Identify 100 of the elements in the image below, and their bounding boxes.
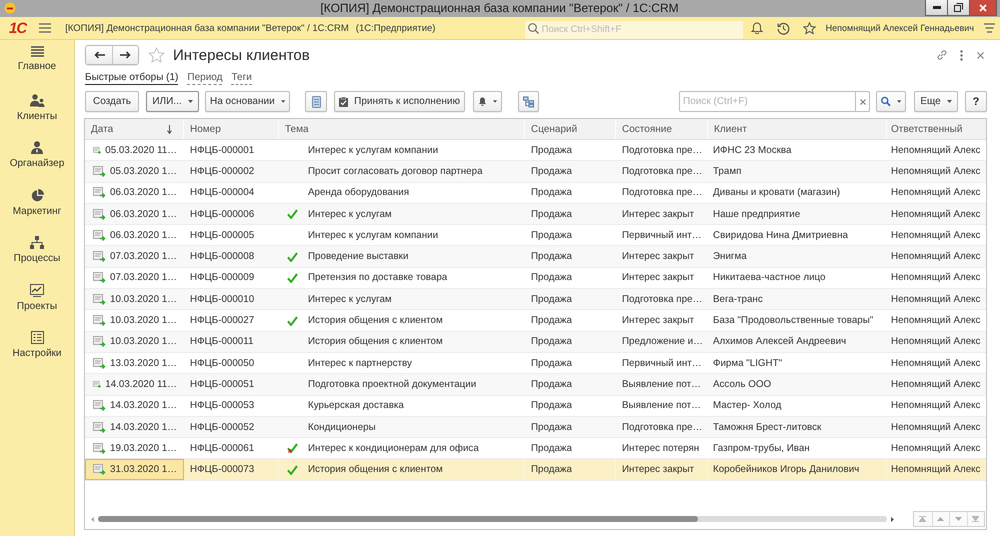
table-cell: Непомнящий Алекс <box>891 400 980 412</box>
table-row[interactable]: 10.03.2020 1… НФЦБ-000010 Интерес к услугам Продажа Подготовка пре… Вега-транс Непомнящий Алекс <box>85 289 986 310</box>
table-cell: Вега-транс <box>713 294 763 305</box>
caret-down-icon <box>946 100 952 103</box>
column-header[interactable]: Сценарий <box>525 119 616 139</box>
table-row[interactable]: 06.03.2020 1… НФЦБ-000006 Интерес к услугам Продажа Интерес закрыт Наше предприятие Непомнящий Алекс <box>85 204 986 226</box>
more-vertical-icon <box>960 50 963 60</box>
table-cell: Непомнящий Алекс <box>891 294 980 305</box>
column-header[interactable]: Ответственный <box>887 119 986 139</box>
filter-link[interactable]: Период <box>187 72 222 84</box>
sidebar-item[interactable]: Проекты <box>0 284 74 331</box>
menu-icon <box>984 23 995 33</box>
table-cell: Непомнящий Алекс <box>891 378 980 390</box>
column-header[interactable]: Клиент <box>708 119 887 139</box>
more-dropdown-button[interactable]: Еще <box>914 91 958 112</box>
table-row[interactable]: 14.03.2020 1… НФЦБ-000052 Кондиционеры Продажа Подготовка пре… Таможня Брест-литовск Непомнящий Алекс <box>85 416 986 438</box>
column-header[interactable]: Дата <box>85 119 184 139</box>
table-cell: Продажа <box>531 208 572 220</box>
filter-link[interactable]: Быстрые отборы (1) <box>85 72 178 84</box>
notifications-button[interactable] <box>750 22 763 34</box>
history-button[interactable] <box>776 22 790 34</box>
sidebar-item[interactable]: Настройки <box>0 331 74 378</box>
table-cell: Интерес закрыт <box>622 464 694 476</box>
search-icon <box>881 96 891 107</box>
logo: 1С <box>9 20 26 36</box>
table-cell: Непомнящий Алекс <box>891 464 980 476</box>
more-button[interactable] <box>960 50 963 60</box>
table-cell: Мастер- Холод <box>713 400 782 412</box>
scroll-right-icon <box>891 516 894 522</box>
sidebar-item[interactable]: Маркетинг <box>0 188 74 236</box>
table-cell: Продажа <box>531 187 572 198</box>
caret-down-icon <box>896 100 901 103</box>
table-cell: Интерес к услугам компании <box>308 230 438 241</box>
structure-button[interactable] <box>518 91 539 112</box>
help-button[interactable]: ? <box>965 91 987 112</box>
table-cell: Энигма <box>713 251 747 262</box>
table-cell: 10.03.2020 1… <box>110 336 177 348</box>
table-row[interactable]: 31.03.2020 1… НФЦБ-000073 История общения с клиентом Продажа Интерес закрыт Коробейников Игорь Данилович Непомнящий Алекс <box>85 459 986 481</box>
table-cell: Непомнящий Алекс <box>891 315 980 326</box>
main-menu-button[interactable] <box>984 23 995 33</box>
table-cell: 06.03.2020 1… <box>110 208 177 220</box>
star-icon <box>148 47 165 63</box>
table-cell: Ассоль ООО <box>713 378 772 390</box>
star-icon <box>802 22 816 34</box>
column-header[interactable]: Номер <box>184 119 279 139</box>
close-button[interactable] <box>970 0 997 16</box>
search-field[interactable]: Поиск Ctrl+Shift+F <box>524 20 743 38</box>
table-cell: Продажа <box>531 144 572 156</box>
link-button[interactable] <box>936 49 948 61</box>
column-header[interactable]: Тема <box>279 119 525 139</box>
table-cell: Первичный инт… <box>622 230 702 241</box>
or-dropdown-button[interactable]: ИЛИ... <box>146 91 199 112</box>
table-cell: НФЦБ-000011 <box>190 336 254 348</box>
menu-button[interactable] <box>39 23 52 33</box>
clipboard-check-icon <box>339 96 348 108</box>
table-cell: 14.03.2020 1… <box>110 422 177 432</box>
horizontal-scrollbar[interactable] <box>91 514 894 524</box>
table-row[interactable]: 14.03.2020 1… НФЦБ-000053 Курьерская доставка Продажа Выявление пот… Мастер- Холод Непомнящий Алекс <box>85 396 986 417</box>
table-cell: Интерес к услугам <box>308 208 392 220</box>
document-button[interactable] <box>305 91 327 112</box>
filter-link[interactable]: Теги <box>231 72 252 84</box>
table-row[interactable]: 10.03.2020 1… НФЦБ-000011 История общения с клиентом Продажа Предложение и… Алхимов Алексей Андреевич Непомнящий Алекс <box>85 332 986 353</box>
search-field[interactable]: Поиск (Ctrl+F) <box>679 91 855 112</box>
table-cell: ИФНС 23 Москва <box>713 144 792 156</box>
scrollbar-thumb[interactable] <box>98 516 698 522</box>
table-row[interactable]: 05.03.2020 1… НФЦБ-000002 Просит согласовать договор партнера Продажа Подготовка пре… Трамп Непомнящий Алекс <box>85 161 986 183</box>
table-row[interactable]: 07.03.2020 1… НФЦБ-000008 Проведение выставки Продажа Интерес закрыт Энигма Непомнящий Алекс <box>85 246 986 268</box>
based-on-dropdown-button[interactable]: На основании <box>205 91 290 112</box>
reminder-dropdown-button[interactable] <box>473 91 502 112</box>
table-cell: НФЦБ-000008 <box>190 251 254 262</box>
sidebar-item[interactable]: Процессы <box>0 236 74 284</box>
favorites-button[interactable] <box>802 22 816 34</box>
restore-button[interactable] <box>948 0 970 16</box>
search-button[interactable] <box>876 91 906 112</box>
back-button[interactable] <box>86 46 112 64</box>
table-row[interactable]: 14.03.2020 11… НФЦБ-000051 Подготовка проектной документации Продажа Выявление пот… Ассоль ООО Непомнящий Алекс <box>85 374 986 396</box>
minimize-icon <box>932 6 940 9</box>
diagram-icon <box>523 96 534 108</box>
clear-search-button[interactable] <box>855 91 870 112</box>
sidebar-item[interactable]: Органайзер <box>0 141 74 188</box>
accept-button[interactable]: Принять к исполнению <box>334 91 465 112</box>
people-icon <box>30 94 44 106</box>
table-cell: 05.03.2020 11… <box>105 144 177 156</box>
close-button[interactable] <box>977 52 984 58</box>
sidebar-item[interactable]: Клиенты <box>0 94 74 141</box>
column-header[interactable]: Состояние <box>616 119 708 139</box>
table-cell: Продажа <box>531 422 572 432</box>
list-icon <box>30 331 44 344</box>
table-cell: Интерес закрыт <box>622 208 694 220</box>
table-row[interactable]: 06.03.2020 1… НФЦБ-000004 Аренда оборудования Продажа Подготовка пре… Диваны и кровати (магазин) Непомнящий Алекс <box>85 182 986 204</box>
create-button[interactable]: Создать <box>85 91 139 112</box>
table-cell: Подготовка проектной документации <box>308 378 476 390</box>
sidebar-item[interactable]: Главное <box>0 46 74 94</box>
table-cell: 07.03.2020 1… <box>110 272 177 284</box>
forward-button[interactable] <box>112 46 138 64</box>
product-name: (1С:Предприятие) <box>356 22 436 34</box>
table-cell: Продажа <box>531 230 572 241</box>
minimize-button[interactable] <box>925 0 948 16</box>
restore-icon <box>954 3 963 12</box>
table-cell: НФЦБ-000002 <box>190 166 254 177</box>
